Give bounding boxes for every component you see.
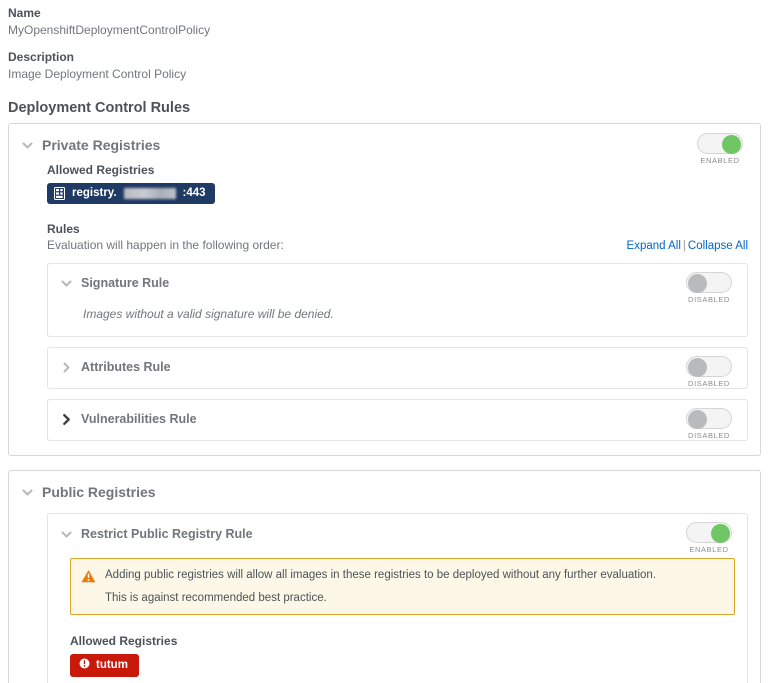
public-registry-badge-text: tutum <box>96 659 128 671</box>
rule-toggle-attributes[interactable] <box>686 356 732 377</box>
restrict-public-registry-toggle-label: ENABLED <box>689 545 729 554</box>
private-registries-card: Private Registries ENABLED Allowed Regis… <box>8 123 761 456</box>
public-registry-badge-tutum[interactable]: tutum <box>70 654 139 677</box>
rule-description-signature: Images without a valid signature will be… <box>83 307 334 321</box>
private-allowed-registries-label: Allowed Registries <box>47 163 155 177</box>
expand-all-link[interactable]: Expand All <box>627 240 681 252</box>
private-registries-toggle-label: ENABLED <box>700 156 740 165</box>
public-registries-warning-alert: Adding public registries will allow all … <box>70 558 735 615</box>
description-value: Image Deployment Control Policy <box>8 67 187 81</box>
private-registries-header[interactable]: Private Registries <box>21 134 748 156</box>
toggle-knob <box>688 410 707 429</box>
rule-toggle-vulnerabilities[interactable] <box>686 408 732 429</box>
rules-subtitle: Evaluation will happen in the following … <box>47 238 284 252</box>
private-registry-badge[interactable]: registry. :443 <box>47 183 215 204</box>
rule-toggle-wrap-signature: DISABLED <box>681 272 737 304</box>
rule-header-attributes[interactable]: Attributes Rule <box>60 357 735 377</box>
rule-card-attributes: Attributes Rule DISABLED <box>47 347 748 389</box>
private-registries-toggle-wrap: ENABLED <box>692 133 748 165</box>
chevron-down-icon[interactable] <box>21 139 34 152</box>
public-registries-header[interactable]: Public Registries <box>21 481 748 503</box>
description-field-block: Description Image Deployment Control Pol… <box>8 50 761 82</box>
rule-card-signature: Signature Rule DISABLED Images without a… <box>47 263 748 337</box>
rule-toggle-label-signature: DISABLED <box>688 295 730 304</box>
collapse-all-link[interactable]: Collapse All <box>688 240 748 252</box>
description-label: Description <box>8 50 75 64</box>
rule-header-signature[interactable]: Signature Rule <box>60 273 735 293</box>
chevron-right-icon[interactable] <box>60 413 73 426</box>
toggle-knob <box>711 524 730 543</box>
public-allowed-registries-block: Allowed Registries tutum <box>70 633 735 677</box>
rules-section: Rules Evaluation will happen in the foll… <box>47 221 748 253</box>
page-title: Deployment Control Rules <box>8 100 191 116</box>
links-separator: | <box>682 240 686 252</box>
public-registries-card: Public Registries Restrict Public Regist… <box>8 470 761 683</box>
exclamation-circle-icon <box>79 658 90 673</box>
chevron-down-icon[interactable] <box>60 277 73 290</box>
restrict-public-registry-toggle[interactable] <box>686 522 732 543</box>
public-allowed-registries-label: Allowed Registries <box>70 634 178 648</box>
rule-title-signature: Signature Rule <box>81 276 170 290</box>
name-value: MyOpenshiftDeploymentControlPolicy <box>8 23 211 37</box>
chevron-down-icon[interactable] <box>21 486 34 499</box>
private-registry-port: :443 <box>182 187 206 199</box>
rules-label: Rules <box>47 222 80 236</box>
rule-card-vulnerabilities: Vulnerabilities Rule DISABLED <box>47 399 748 441</box>
server-icon <box>54 187 65 200</box>
restrict-public-registry-rule-card: Restrict Public Registry Rule ENABLED Ad… <box>47 513 748 683</box>
private-registries-title: Private Registries <box>42 137 161 153</box>
private-registry-host-prefix: registry. <box>72 187 117 199</box>
public-registries-title: Public Registries <box>42 484 156 500</box>
restrict-public-registry-rule-header[interactable]: Restrict Public Registry Rule <box>60 524 735 544</box>
toggle-knob <box>722 135 741 154</box>
public-registries-warning-text: Adding public registries will allow all … <box>105 568 656 605</box>
rule-title-attributes: Attributes Rule <box>81 360 171 374</box>
name-label: Name <box>8 6 41 20</box>
restrict-public-registry-rule-title: Restrict Public Registry Rule <box>81 527 253 541</box>
chevron-down-icon[interactable] <box>60 528 73 541</box>
warning-line-2: This is against recommended best practic… <box>105 592 327 604</box>
rule-header-vulnerabilities[interactable]: Vulnerabilities Rule <box>60 409 735 429</box>
private-registries-toggle[interactable] <box>697 133 743 154</box>
rule-toggle-label-vulnerabilities: DISABLED <box>688 431 730 440</box>
rule-toggle-signature[interactable] <box>686 272 732 293</box>
private-registry-host-redacted <box>123 188 176 199</box>
name-field-block: Name MyOpenshiftDeploymentControlPolicy <box>8 6 761 38</box>
toggle-knob <box>688 274 707 293</box>
rule-toggle-wrap-vulnerabilities: DISABLED <box>681 408 737 440</box>
warning-triangle-icon <box>81 569 96 588</box>
warning-line-1: Adding public registries will allow all … <box>105 569 657 581</box>
private-registries-body: Allowed Registries registry. :443 Rules <box>21 156 748 441</box>
restrict-public-registry-toggle-wrap: ENABLED <box>681 522 737 554</box>
expand-collapse-links: Expand All | Collapse All <box>627 240 748 252</box>
policy-detail-page: Name MyOpenshiftDeploymentControlPolicy … <box>0 0 769 683</box>
rule-toggle-label-attributes: DISABLED <box>688 379 730 388</box>
chevron-right-icon[interactable] <box>60 361 73 374</box>
rule-toggle-wrap-attributes: DISABLED <box>681 356 737 388</box>
toggle-knob <box>688 358 707 377</box>
rule-title-vulnerabilities: Vulnerabilities Rule <box>81 412 197 426</box>
